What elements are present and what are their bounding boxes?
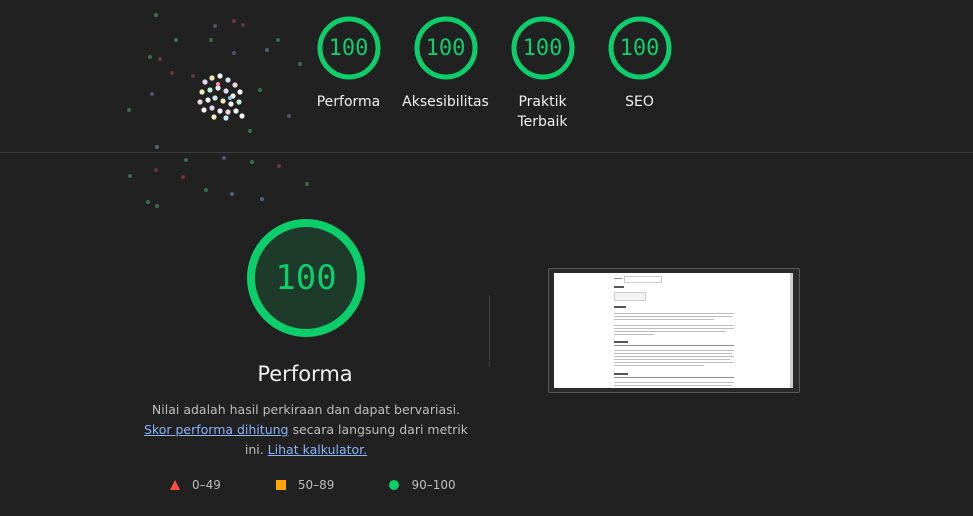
legend-fail: 0–49 [170,478,221,492]
gauge-seo[interactable]: 100 SEO [591,16,688,132]
performance-title: Performa [257,362,353,386]
legend-range: 50–89 [297,478,335,492]
circle-icon [389,480,400,490]
gauge-label: Praktik Terbaik [517,94,568,130]
page-screenshot-image [554,273,793,388]
gauge-performance[interactable]: 100 Performa [300,16,397,132]
gauge-score: 100 [522,35,563,61]
final-screenshot-thumbnail[interactable] [548,268,800,393]
gauge-ring: 100 [414,16,478,80]
gauge-score: 100 [619,35,660,61]
fireworks-confetti-decoration [127,12,309,208]
performance-description: Nilai adalah hasil perkiraan dan dapat b… [140,400,472,460]
header-divider [0,152,973,153]
gauge-accessibility[interactable]: 100 Aksesibilitas [397,16,494,132]
legend-average: 50–89 [275,478,335,492]
gauge-ring: 100 [511,16,575,80]
calculator-link[interactable]: Lihat kalkulator. [268,442,367,457]
thumbnail-scrollbar [790,273,793,388]
vertical-separator [489,295,490,367]
description-text: Nilai adalah hasil perkiraan dan dapat b… [151,402,461,417]
gauge-label: SEO [625,94,654,110]
gauge-label: Performa [316,94,381,110]
category-gauges: 100 Performa 100 Aksesibilitas 100 Prakt… [300,16,688,132]
score-calculation-link[interactable]: Skor performa dihitung [144,422,289,437]
performance-gauge: 100 [245,217,367,339]
gauge-ring: 100 [317,16,381,80]
gauge-score: 100 [328,35,369,61]
performance-score: 100 [275,258,337,298]
gauge-best-practices[interactable]: 100 Praktik Terbaik [494,16,591,132]
legend-pass: 90–100 [389,478,456,492]
square-icon [275,480,286,490]
gauge-ring: 100 [608,16,672,80]
gauge-score: 100 [425,35,466,61]
gauge-label: Aksesibilitas [402,94,489,110]
legend-range: 90–100 [411,478,456,492]
score-scale-legend: 0–49 50–89 90–100 [170,478,511,492]
legend-range: 0–49 [192,478,221,492]
triangle-icon [170,480,180,490]
